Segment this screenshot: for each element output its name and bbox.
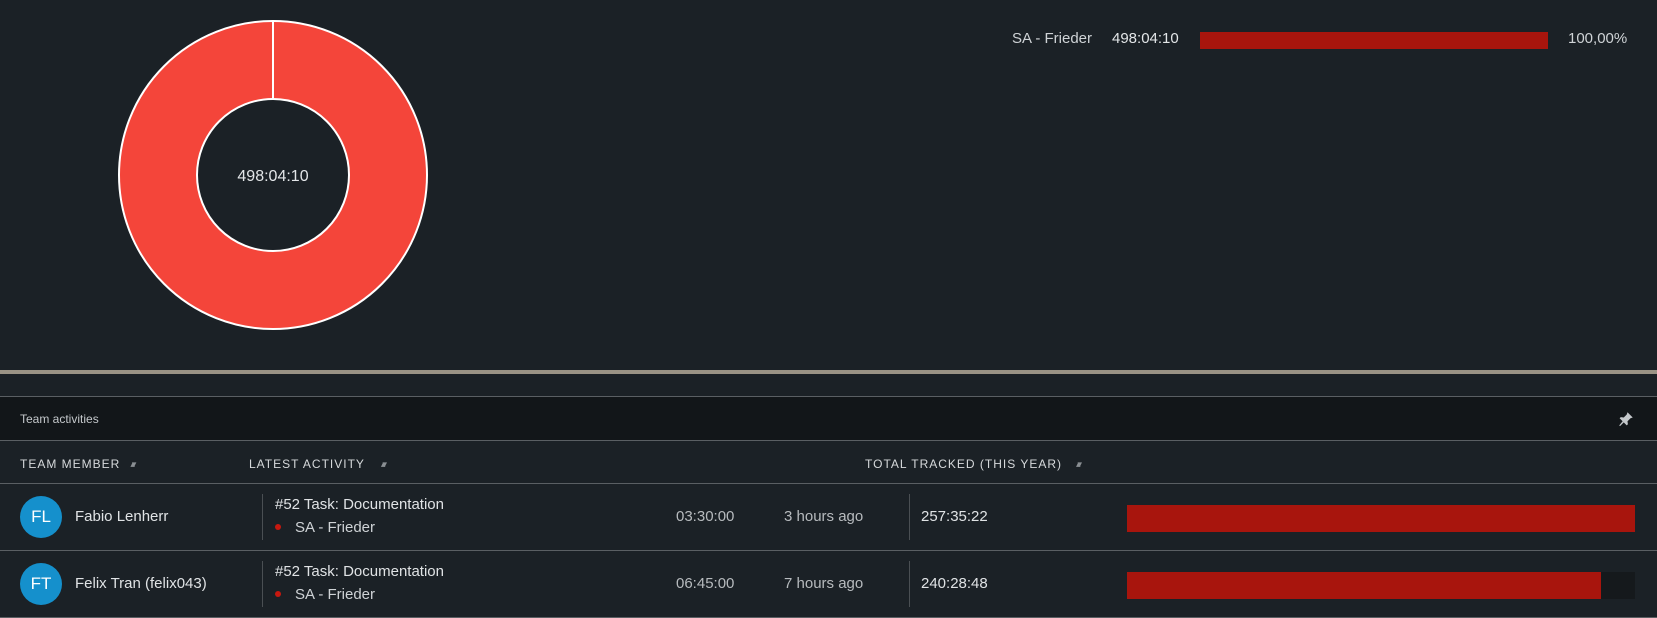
table-row[interactable]: FL Fabio Lenherr #52 Task: Documentation… — [0, 484, 1657, 551]
sort-icon[interactable]: ▴▾ — [381, 459, 387, 470]
activity-time-ago: 3 hours ago — [784, 508, 864, 525]
legend-percentage: 100,00% — [1568, 30, 1628, 47]
total-tracked: 257:35:22 — [921, 508, 988, 525]
sort-icon[interactable]: ▴▾ — [1076, 459, 1082, 470]
table-row[interactable]: FT Felix Tran (felix043) #52 Task: Docum… — [0, 551, 1657, 618]
task-title[interactable]: #52 Task: Documentation — [275, 563, 444, 580]
time-distribution-panel: 498:04:10 SA - Frieder 498:04:10 100,00% — [0, 0, 1657, 370]
sort-icon[interactable]: ▴▾ — [130, 459, 136, 470]
column-divider — [262, 561, 263, 607]
project-color-dot — [275, 524, 281, 531]
legend-time: 498:04:10 — [1112, 30, 1179, 47]
legend-project-name: SA - Frieder — [1012, 30, 1093, 47]
panel-title: Team activities — [20, 412, 99, 426]
activity-time-ago: 7 hours ago — [784, 575, 864, 592]
column-divider — [909, 494, 910, 540]
donut-center-label: 498:04:10 — [237, 168, 308, 185]
project-color-dot — [275, 591, 281, 598]
member-name[interactable]: Fabio Lenherr — [75, 508, 168, 525]
col-header-latest-activity[interactable]: LATEST ACTIVITY ▴▾ — [249, 457, 387, 471]
col-header-team-member[interactable]: TEAM MEMBER ▴▾ — [20, 457, 136, 471]
pin-icon[interactable] — [1617, 410, 1635, 428]
table-header: TEAM MEMBER ▴▾ LATEST ACTIVITY ▴▾ TOTAL TR… — [0, 441, 1657, 484]
total-tracked-bar-fill — [1127, 572, 1602, 599]
col-header-label: LATEST ACTIVITY — [249, 457, 365, 471]
team-activities-panel: Team activities TEAM MEMBER ▴▾ LATEST ACT… — [0, 396, 1657, 618]
activity-duration: 06:45:00 — [676, 575, 735, 592]
legend-share-bar — [1200, 32, 1548, 49]
avatar: FL — [20, 496, 62, 538]
donut-chart: 498:04:10 — [118, 20, 428, 330]
task-title[interactable]: #52 Task: Documentation — [275, 496, 444, 513]
col-header-label: TOTAL TRACKED (THIS YEAR) — [865, 457, 1063, 471]
column-divider — [909, 561, 910, 607]
avatar: FT — [20, 563, 62, 605]
project-label: SA - Frieder — [275, 519, 375, 536]
project-name: SA - Frieder — [295, 519, 376, 536]
total-tracked-bar — [1127, 505, 1635, 532]
legend-row[interactable]: SA - Frieder 498:04:10 100,00% — [1000, 24, 1640, 52]
total-tracked: 240:28:48 — [921, 575, 988, 592]
project-name: SA - Frieder — [295, 586, 376, 603]
panel-header: Team activities — [0, 397, 1657, 441]
total-tracked-bar — [1127, 572, 1635, 599]
project-label: SA - Frieder — [275, 586, 375, 603]
total-tracked-bar-fill — [1127, 505, 1635, 532]
col-header-total-tracked[interactable]: TOTAL TRACKED (THIS YEAR) ▴▾ — [865, 457, 1082, 471]
column-divider — [262, 494, 263, 540]
col-header-label: TEAM MEMBER — [20, 457, 121, 471]
panel-gap — [0, 374, 1657, 396]
activity-duration: 03:30:00 — [676, 508, 735, 525]
member-name[interactable]: Felix Tran (felix043) — [75, 575, 207, 592]
